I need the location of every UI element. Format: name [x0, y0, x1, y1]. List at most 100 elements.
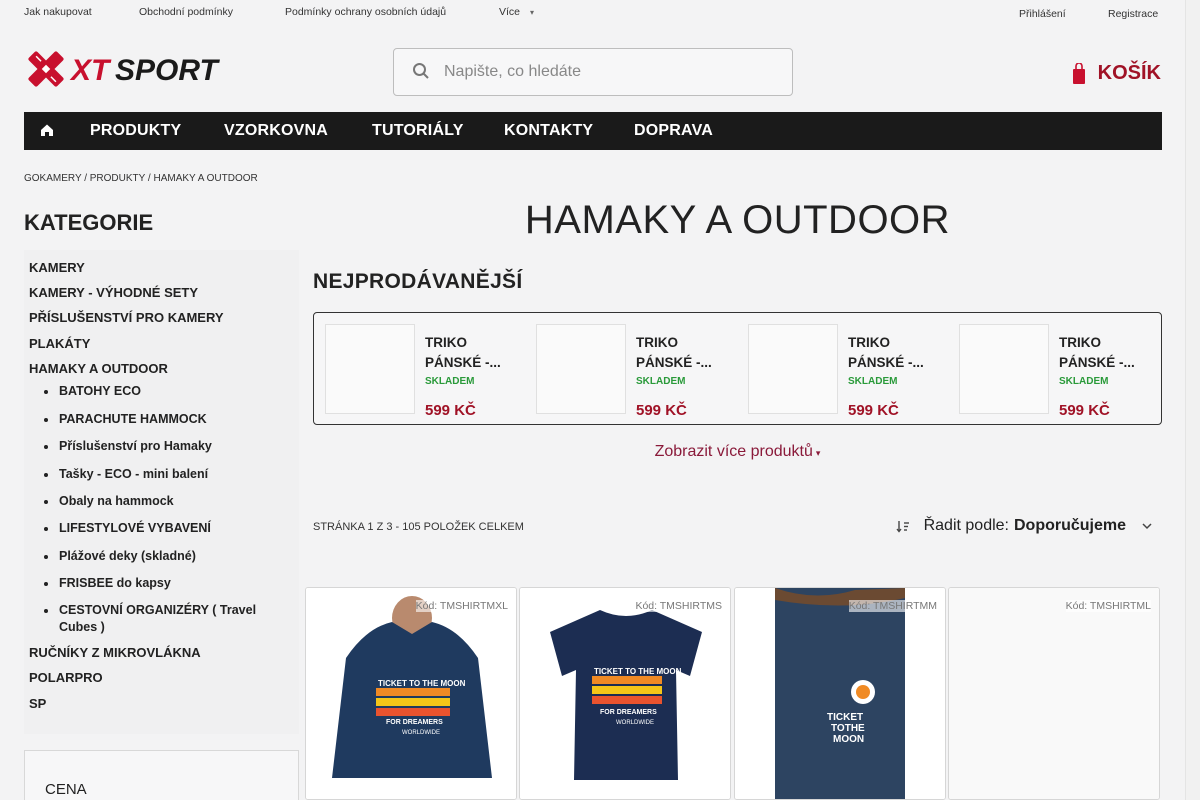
main-nav: PRODUKTY VZORKOVNA TUTORIÁLY KONTAKTY DO… [24, 112, 1162, 150]
sidebar-item-posters[interactable]: PLAKÁTY [29, 336, 90, 351]
site-logo[interactable]: XT SPORT [23, 46, 225, 92]
product-thumbnail[interactable] [748, 324, 838, 414]
sidebar-subitem-hammock-covers[interactable]: Obaly na hammock [44, 493, 269, 510]
stock-status: SKLADEM [848, 376, 898, 387]
svg-text:MOON: MOON [833, 734, 864, 745]
sidebar-subitem-bags[interactable]: Tašky - ECO - mini balení [44, 466, 269, 483]
sidebar-subitem-frisbee[interactable]: FRISBEE do kapsy [44, 575, 269, 592]
search-input[interactable]: Napište, co hledáte [393, 48, 793, 96]
svg-text:TICKET: TICKET [827, 712, 863, 723]
bestsellers-box: TRIKO PÁNSKÉ -... SKLADEM 599 KČ TRIKO P… [313, 312, 1162, 425]
price-filter: CENA [24, 750, 299, 800]
bestseller-item[interactable]: TRIKO PÁNSKÉ -... SKLADEM 599 KČ [325, 324, 525, 419]
product-card[interactable]: TICKET TO THE MOON FOR DREAMERS WORLDWID… [305, 587, 517, 800]
chevron-down-icon [1142, 523, 1152, 530]
product-code: Kód: TMSHIRTML [1065, 600, 1151, 612]
sidebar-subitem-lifestyle[interactable]: LIFESTYLOVÉ VYBAVENÍ [44, 520, 269, 537]
nav-item-contacts[interactable]: KONTAKTY [504, 122, 593, 140]
sort-label: Řadit podle: [923, 517, 1009, 534]
page-title: HAMAKY A OUTDOOR [524, 198, 951, 242]
link-privacy[interactable]: Podmínky ochrany osobních údajů [285, 6, 446, 18]
svg-text:WORLDWIDE: WORLDWIDE [616, 720, 654, 726]
product-price: 599 KČ [636, 402, 687, 419]
shopping-bag-icon [1072, 62, 1085, 84]
tshirt-product-image[interactable]: TICKET TO THE MOON FOR DREAMERS WORLDWID… [520, 588, 731, 800]
show-more-products-link[interactable]: Zobrazit více produktů ▾ [313, 443, 1162, 461]
sort-icon [896, 521, 909, 533]
login-link[interactable]: Přihlášení [1019, 8, 1066, 20]
nav-item-shipping[interactable]: DOPRAVA [634, 122, 713, 140]
svg-text:FOR DREAMERS: FOR DREAMERS [386, 719, 443, 726]
svg-text:FOR DREAMERS: FOR DREAMERS [600, 709, 657, 716]
page-scrollbar[interactable] [1185, 0, 1200, 800]
cart-label: KOŠÍK [1097, 62, 1161, 84]
sidebar-item-microfiber-towels[interactable]: RUČNÍKY Z MIKROVLÁKNA [29, 645, 201, 660]
link-more[interactable]: Více ▾ [499, 6, 534, 18]
sidebar-subitem-beach-blankets[interactable]: Plážové deky (skladné) [44, 548, 269, 565]
sidebar-subitem-travel-organizers[interactable]: CESTOVNÍ ORGANIZÉRY ( Travel Cubes ) [44, 602, 269, 636]
chevron-down-icon: ▾ [530, 8, 535, 17]
svg-text:TICKET TO THE MOON: TICKET TO THE MOON [594, 667, 682, 676]
svg-text:TICKET TO THE MOON: TICKET TO THE MOON [378, 679, 466, 688]
product-name[interactable]: TRIKO PÁNSKÉ -... [848, 333, 948, 373]
price-filter-label: CENA [45, 781, 87, 798]
sidebar-item-camera-accessories[interactable]: PŘÍSLUŠENSTVÍ PRO KAMERY [29, 310, 224, 325]
top-bar: Jak nakupovat Obchodní podmínky Podmínky… [0, 0, 1185, 30]
stock-status: SKLADEM [636, 376, 686, 387]
sidebar-subitem-backpacks[interactable]: BATOHY ECO [44, 383, 269, 400]
product-thumbnail[interactable] [536, 324, 626, 414]
sidebar-item-sp[interactable]: SP [29, 696, 46, 711]
product-thumbnail[interactable] [325, 324, 415, 414]
product-name[interactable]: TRIKO PÁNSKÉ -... [1059, 333, 1159, 373]
product-name[interactable]: TRIKO PÁNSKÉ -... [425, 333, 525, 373]
register-link[interactable]: Registrace [1108, 8, 1158, 20]
svg-text:TOTHE: TOTHE [831, 723, 865, 734]
product-image-placeholder[interactable] [949, 588, 1159, 799]
sort-value: Doporučujeme [1013, 517, 1126, 534]
product-code: Kód: TMSHIRTMS [635, 600, 722, 612]
nav-item-samples[interactable]: VZORKOVNA [224, 122, 328, 140]
product-card[interactable]: Kód: TMSHIRTML [948, 587, 1160, 800]
link-terms[interactable]: Obchodní podmínky [139, 6, 233, 18]
breadcrumb[interactable]: GOKAMERY / PRODUKTY / HAMAKY A OUTDOOR [24, 173, 258, 184]
tshirt-product-image[interactable]: TICKET TO THE MOON FOR DREAMERS WORLDWID… [306, 588, 517, 800]
product-code: Kód: TMSHIRTMXL [415, 600, 508, 612]
sidebar-subitem-parachute-hammock[interactable]: PARACHUTE HAMMOCK [44, 411, 269, 428]
product-price: 599 KČ [848, 402, 899, 419]
bestseller-item[interactable]: TRIKO PÁNSKÉ -... SKLADEM 599 KČ [536, 324, 736, 419]
svg-text:WORLDWIDE: WORLDWIDE [402, 730, 440, 736]
tshirt-product-image[interactable]: TICKET TOTHE MOON [735, 588, 946, 800]
link-more-label: Více [499, 6, 521, 18]
svg-text:SPORT: SPORT [115, 54, 220, 87]
chevron-down-icon: ▾ [815, 448, 821, 458]
stock-status: SKLADEM [425, 376, 475, 387]
sidebar-subitem-hammock-accessories[interactable]: Příslušenství pro Hamaky [44, 438, 269, 455]
product-card[interactable]: TICKET TOTHE MOON Kód: TMSHIRTMM [734, 587, 946, 800]
link-how-to-shop[interactable]: Jak nakupovat [24, 6, 92, 18]
product-card[interactable]: TICKET TO THE MOON FOR DREAMERS WORLDWID… [519, 587, 731, 800]
sort-select[interactable]: Řadit podle: Doporučujeme [896, 517, 1152, 535]
svg-text:XT: XT [69, 54, 112, 87]
search-icon[interactable] [412, 62, 430, 80]
sidebar-heading: KATEGORIE [24, 210, 154, 235]
product-code: Kód: TMSHIRTMM [848, 600, 937, 612]
sidebar-item-polarpro[interactable]: POLARPRO [29, 670, 103, 685]
logo-mark-icon: XT SPORT [28, 51, 220, 87]
cart-button[interactable]: KOŠÍK [1072, 62, 1161, 85]
product-name[interactable]: TRIKO PÁNSKÉ -... [636, 333, 736, 373]
nav-item-tutorials[interactable]: TUTORIÁLY [372, 122, 464, 140]
bestsellers-heading: NEJPRODÁVANĚJŠÍ [313, 270, 523, 293]
bestseller-item[interactable]: TRIKO PÁNSKÉ -... SKLADEM 599 KČ [959, 324, 1159, 419]
product-thumbnail[interactable] [959, 324, 1049, 414]
home-icon[interactable] [40, 123, 54, 137]
search-placeholder: Napište, co hledáte [444, 63, 581, 80]
sidebar-item-camera-sets[interactable]: KAMERY - VÝHODNÉ SETY [29, 285, 198, 300]
stock-status: SKLADEM [1059, 376, 1109, 387]
sidebar-item-cameras[interactable]: KAMERY [29, 260, 85, 275]
product-price: 599 KČ [425, 402, 476, 419]
bestseller-item[interactable]: TRIKO PÁNSKÉ -... SKLADEM 599 KČ [748, 324, 948, 419]
nav-item-products[interactable]: PRODUKTY [90, 122, 181, 140]
pagination-summary: STRÁNKA 1 Z 3 - 105 POLOŽEK CELKEM [313, 521, 524, 533]
sidebar-item-hammocks[interactable]: HAMAKY A OUTDOOR [29, 361, 168, 376]
show-more-label: Zobrazit více produktů [654, 443, 813, 460]
